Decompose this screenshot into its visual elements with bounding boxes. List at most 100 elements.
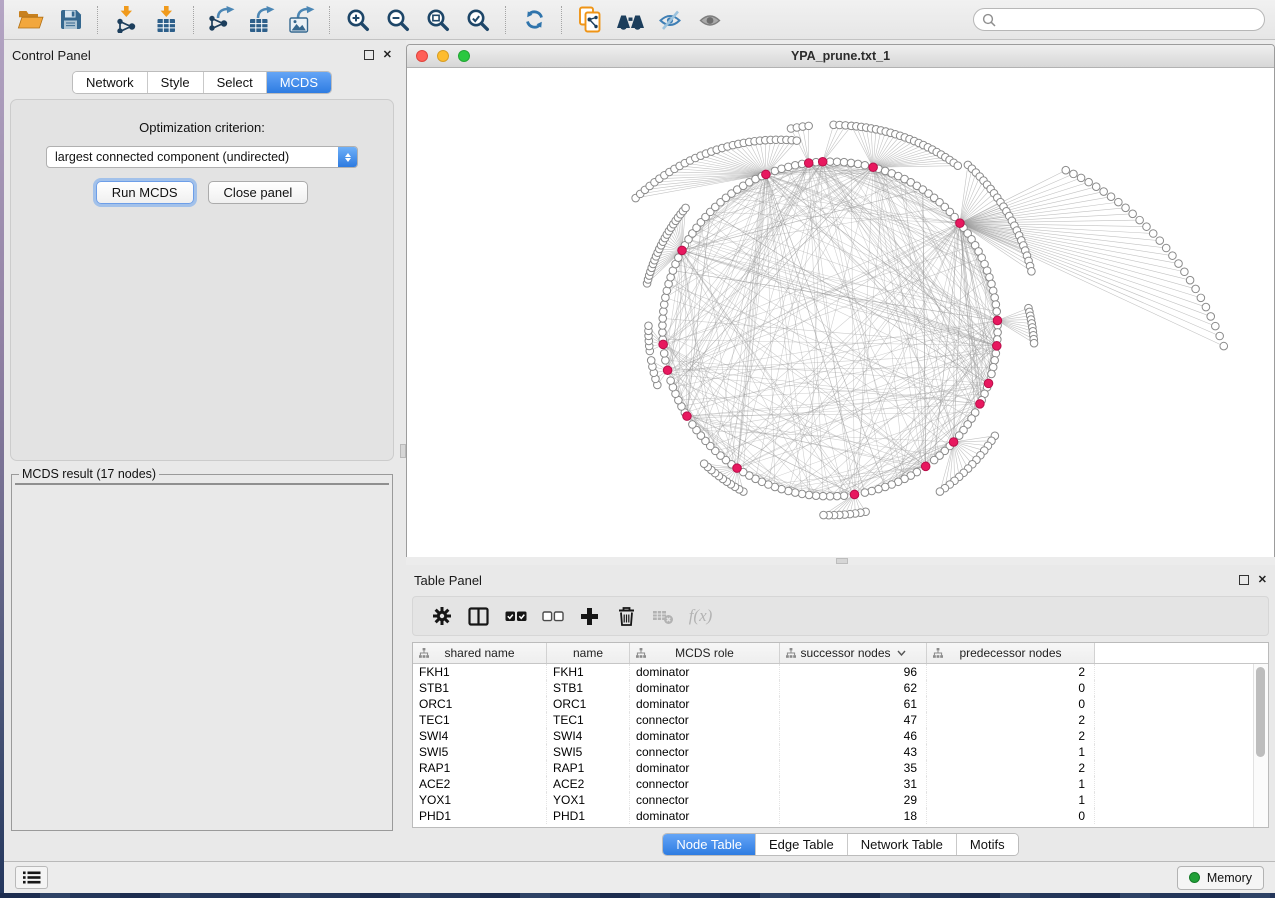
table-cell: 1: [927, 744, 1095, 760]
table-row[interactable]: ORC1ORC1dominator610: [413, 696, 1268, 712]
table-row[interactable]: ACE2ACE2connector311: [413, 776, 1268, 792]
column-header-MCDS-role[interactable]: MCDS role: [630, 643, 780, 663]
desktop-wallpaper-bottom: [0, 893, 1275, 898]
eye-icon: [698, 9, 723, 31]
network-canvas[interactable]: [407, 68, 1274, 557]
zoom-in-button[interactable]: [338, 3, 378, 37]
table-cell: ORC1: [413, 696, 547, 712]
network-window: YPA_prune.txt_1: [406, 44, 1275, 557]
table-cell: STB1: [413, 680, 547, 696]
tab-motifs[interactable]: Motifs: [957, 834, 1018, 855]
toggle-column-pane-button[interactable]: [460, 600, 497, 632]
table-cell: RAP1: [413, 760, 547, 776]
first-neighbors-button[interactable]: [610, 3, 650, 37]
import-table-icon: [153, 6, 180, 33]
import-table-button[interactable]: [146, 3, 186, 37]
table-row[interactable]: PHD1PHD1dominator180: [413, 808, 1268, 824]
save-session-button[interactable]: [50, 3, 90, 37]
control-panel-float-button[interactable]: [364, 50, 374, 60]
export-image-button[interactable]: [282, 3, 322, 37]
tab-edge-table[interactable]: Edge Table: [756, 834, 848, 855]
table-cell: FKH1: [547, 664, 630, 680]
select-all-rows-button[interactable]: [497, 600, 534, 632]
toolbar-separator: [97, 6, 99, 34]
tab-style[interactable]: Style: [148, 72, 204, 93]
show-all-button[interactable]: [690, 3, 730, 37]
task-history-button[interactable]: [15, 866, 48, 889]
table-row[interactable]: FKH1FKH1dominator962: [413, 664, 1268, 680]
tab-node-table[interactable]: Node Table: [663, 834, 756, 855]
zoom-fit-button[interactable]: [418, 3, 458, 37]
mcds-result-group: MCDS result (17 nodes) PHD1CAR1STP4TID3Y…: [11, 467, 393, 831]
optimization-criterion-select[interactable]: largest connected component (undirected): [46, 146, 358, 168]
table-cell: SWI5: [547, 744, 630, 760]
column-header-predecessor-nodes[interactable]: predecessor nodes: [927, 643, 1095, 663]
export-network-button[interactable]: [202, 3, 242, 37]
table-row[interactable]: RAP1RAP1dominator352: [413, 760, 1268, 776]
tab-network[interactable]: Network: [73, 72, 148, 93]
run-mcds-button[interactable]: Run MCDS: [96, 181, 194, 204]
table-panel: Table Panel ✕: [406, 565, 1275, 861]
table-row[interactable]: YOX1YOX1connector291: [413, 792, 1268, 808]
export-image-icon: [288, 6, 317, 33]
memory-label: Memory: [1207, 871, 1252, 885]
table-panel-close-button[interactable]: ✕: [1258, 575, 1267, 586]
network-window-titlebar[interactable]: YPA_prune.txt_1: [407, 45, 1274, 68]
zoom-out-button[interactable]: [378, 3, 418, 37]
open-session-button[interactable]: [10, 3, 50, 37]
table-cell: dominator: [630, 728, 780, 744]
delete-table-button[interactable]: [645, 600, 682, 632]
export-table-button[interactable]: [242, 3, 282, 37]
table-row[interactable]: SWI4SWI4dominator462: [413, 728, 1268, 744]
column-header-shared-name[interactable]: shared name: [413, 643, 547, 663]
create-column-button[interactable]: [571, 600, 608, 632]
zoom-selected-button[interactable]: [458, 3, 498, 37]
column-header-successor-nodes[interactable]: successor nodes: [780, 643, 927, 663]
table-cell: 35: [780, 760, 927, 776]
sort-descending-icon: [897, 650, 906, 656]
table-panel-float-button[interactable]: [1239, 575, 1249, 585]
table-row[interactable]: TEC1TEC1connector472: [413, 712, 1268, 728]
table-scrollbar[interactable]: [1253, 664, 1268, 827]
table-mode-settings-button[interactable]: [423, 600, 460, 632]
tab-select[interactable]: Select: [204, 72, 267, 93]
table-cell: dominator: [630, 808, 780, 824]
function-builder-button[interactable]: f(x): [682, 600, 719, 632]
control-panel-close-button[interactable]: ✕: [383, 50, 392, 61]
mcds-options-panel: Optimization criterion: largest connecte…: [10, 99, 394, 461]
import-network-button[interactable]: [106, 3, 146, 37]
table-cell: YOX1: [547, 792, 630, 808]
memory-button[interactable]: Memory: [1177, 866, 1264, 890]
column-header-name[interactable]: name: [547, 643, 630, 663]
search-input[interactable]: [1001, 12, 1256, 28]
apply-layout-button[interactable]: [514, 3, 554, 37]
table-row[interactable]: SWI5SWI5connector431: [413, 744, 1268, 760]
splitter-handle[interactable]: [400, 444, 406, 458]
delete-columns-button[interactable]: [608, 600, 645, 632]
hide-selected-button[interactable]: [650, 3, 690, 37]
table-cell: ACE2: [547, 776, 630, 792]
horizontal-splitter[interactable]: [406, 557, 1275, 565]
window-zoom-traffic-light[interactable]: [458, 50, 470, 62]
clone-network-button[interactable]: [570, 3, 610, 37]
window-minimize-traffic-light[interactable]: [437, 50, 449, 62]
deselect-all-rows-button[interactable]: [534, 600, 571, 632]
mcds-result-title: MCDS result (17 nodes): [19, 467, 159, 481]
table-cell: ACE2: [413, 776, 547, 792]
close-panel-button[interactable]: Close panel: [208, 181, 309, 204]
table-cell: 0: [927, 808, 1095, 824]
columns-icon: [468, 607, 489, 626]
tab-network-table[interactable]: Network Table: [848, 834, 957, 855]
table-row[interactable]: STB1STB1dominator620: [413, 680, 1268, 696]
window-close-traffic-light[interactable]: [416, 50, 428, 62]
tab-mcds[interactable]: MCDS: [267, 72, 331, 93]
save-icon: [59, 8, 82, 31]
control-panel-title: Control Panel: [12, 48, 91, 63]
zoom-selected-icon: [466, 8, 490, 32]
table-cell: dominator: [630, 760, 780, 776]
vertical-splitter[interactable]: [400, 40, 406, 861]
splitter-handle[interactable]: [836, 558, 848, 564]
scrollbar-thumb[interactable]: [1256, 667, 1265, 757]
unchecked-boxes-icon: [542, 609, 564, 624]
table-cell: dominator: [630, 664, 780, 680]
